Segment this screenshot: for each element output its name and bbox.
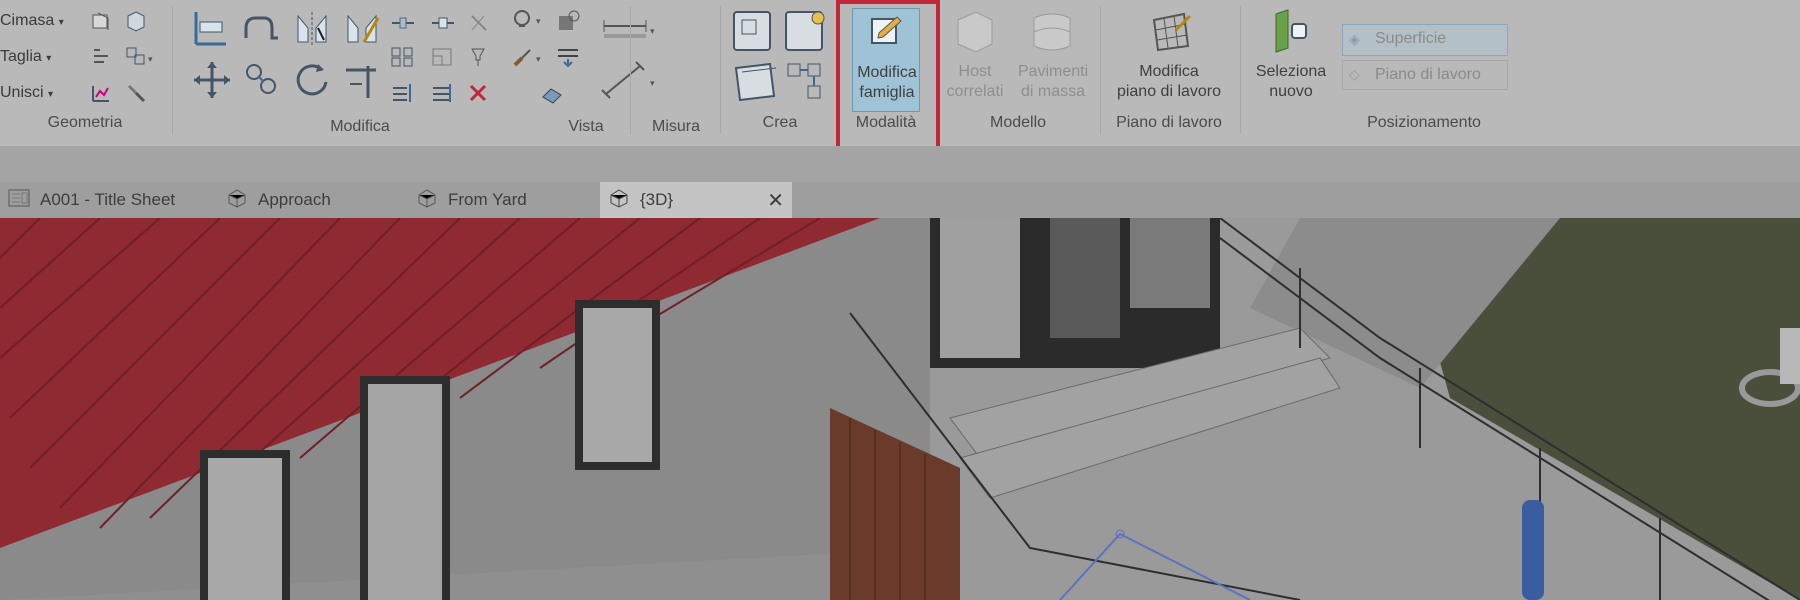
- seleziona-nuovo-button[interactable]: Seleziona nuovo: [1244, 62, 1338, 102]
- pick-new-host-icon: [1268, 8, 1314, 54]
- divider: [1100, 6, 1101, 134]
- split-gap-icon[interactable]: [430, 12, 456, 34]
- divider: [1240, 6, 1241, 134]
- scale-icon[interactable]: [430, 46, 456, 68]
- panel-geometria: Cimasa ▾ Taglia ▾ Unisci ▾ ▾ Geometria: [0, 0, 170, 140]
- tab-approach[interactable]: Approach: [226, 182, 396, 218]
- close-icon[interactable]: ✕: [767, 188, 792, 213]
- create-assembly-icon[interactable]: [786, 60, 826, 104]
- mirror-pick-axis-icon[interactable]: [292, 8, 332, 48]
- cimasa-button[interactable]: Cimasa ▾: [0, 12, 64, 30]
- view-3d-icon: [608, 188, 630, 213]
- building-model: [0, 217, 1800, 600]
- panel-modello: Host correlati Pavimenti di massa Modello: [944, 0, 1092, 140]
- highlight-frame: [836, 0, 940, 150]
- ribbon: Cimasa ▾ Taglia ▾ Unisci ▾ ▾ Geometria ▾…: [0, 0, 1800, 150]
- taglia-button[interactable]: Taglia ▾: [0, 48, 51, 66]
- selected-element: [1522, 500, 1544, 600]
- paintbrush-icon[interactable]: ▾: [512, 46, 552, 68]
- wall-join-icon[interactable]: [125, 10, 147, 32]
- panel-label-geometria: Geometria: [47, 114, 123, 131]
- lightbulb-icon[interactable]: ▾: [512, 8, 552, 34]
- view-3d-icon: [226, 188, 248, 213]
- paint-icon[interactable]: [90, 10, 112, 32]
- create-group-icon[interactable]: [730, 8, 774, 54]
- host-correlati-button[interactable]: Host correlati: [944, 62, 1006, 102]
- view-cube: [1780, 328, 1800, 384]
- move-icon[interactable]: [192, 60, 232, 100]
- offset-icon[interactable]: [242, 8, 282, 48]
- panel-label-modello: Modello: [989, 114, 1047, 131]
- revit-window: Cimasa ▾ Taglia ▾ Unisci ▾ ▾ Geometria ▾…: [0, 0, 1800, 600]
- line-weight-icon[interactable]: [556, 46, 582, 68]
- cut-profile-icon[interactable]: [540, 82, 566, 104]
- split-element-icon[interactable]: [390, 12, 416, 34]
- trim-multiple-icon[interactable]: [430, 82, 456, 104]
- mirror-draw-axis-icon[interactable]: [342, 8, 382, 48]
- delete-icon[interactable]: [466, 82, 492, 104]
- join-geometry-icon[interactable]: ▾: [125, 46, 155, 68]
- panel-label-vista: Vista: [568, 118, 604, 135]
- superficie-toggle[interactable]: ◈ Superficie: [1342, 24, 1508, 56]
- superficie-label: Superficie: [1375, 30, 1447, 47]
- create-similar-icon[interactable]: [782, 8, 830, 54]
- view-3d-icon: [416, 188, 438, 213]
- 3d-viewport[interactable]: [0, 217, 1800, 600]
- panel-posizionamento: ◈ Superficie ◇ Piano di lavoro Posiziona…: [1338, 0, 1510, 140]
- host-icon: [952, 8, 998, 54]
- panel-label-posizionamento: Posizionamento: [1367, 114, 1481, 131]
- wall-profile-icon[interactable]: [90, 82, 112, 104]
- tab-label: From Yard: [448, 190, 527, 209]
- trim-extend-icon[interactable]: [342, 60, 382, 100]
- panel-label-piano: Piano di lavoro: [1116, 114, 1222, 131]
- svg-text:▾: ▾: [536, 16, 541, 26]
- override-graphics-icon[interactable]: [556, 8, 582, 34]
- divider: [172, 6, 173, 134]
- hammer-icon[interactable]: [125, 82, 147, 104]
- mass-floors-icon: [1028, 8, 1074, 54]
- ribbon-bottom-strip: [0, 146, 1800, 182]
- svg-text:▾: ▾: [650, 26, 655, 36]
- divider: [630, 6, 631, 134]
- piano-lavoro-label: Piano di lavoro: [1375, 66, 1481, 83]
- tab-label: {3D}: [640, 190, 674, 209]
- rotate-icon[interactable]: [292, 60, 332, 100]
- tab-3d[interactable]: {3D} ✕: [600, 182, 792, 218]
- panel-label-modifica: Modifica: [330, 118, 390, 135]
- panel-piano-di-lavoro: Modifica piano di lavoro Piano di lavoro: [1104, 0, 1234, 140]
- panel-label-crea: Crea: [762, 114, 798, 131]
- unisci-button[interactable]: Unisci ▾: [0, 84, 53, 102]
- plane-icon: ◇: [1349, 66, 1360, 82]
- work-plane-icon: [1148, 10, 1194, 54]
- divider: [720, 6, 721, 134]
- svg-text:▾: ▾: [148, 54, 153, 64]
- panel-crea: Crea: [724, 0, 836, 140]
- svg-text:▾: ▾: [536, 54, 541, 64]
- view-tabs: A001 - Title Sheet Approach From Yard {3…: [0, 182, 1800, 218]
- split-face-icon[interactable]: [90, 46, 112, 68]
- tab-from-yard[interactable]: From Yard: [416, 182, 586, 218]
- modifica-piano-button[interactable]: Modifica piano di lavoro: [1104, 62, 1234, 102]
- sheet-icon: [8, 189, 30, 212]
- align-end-icon[interactable]: [390, 82, 416, 104]
- create-parts-icon[interactable]: [730, 60, 780, 104]
- tab-label: A001 - Title Sheet: [40, 190, 176, 209]
- tab-a001-title-sheet[interactable]: A001 - Title Sheet: [8, 182, 208, 218]
- copy-icon[interactable]: [242, 60, 282, 100]
- svg-text:▾: ▾: [650, 78, 655, 88]
- panel-label-misura: Misura: [651, 118, 700, 135]
- pin-icon[interactable]: [466, 46, 492, 68]
- array-icon[interactable]: [390, 46, 416, 68]
- pavimenti-massa-button[interactable]: Pavimenti di massa: [1012, 62, 1094, 102]
- piano-lavoro-toggle[interactable]: ◇ Piano di lavoro: [1342, 60, 1508, 90]
- panel-seleziona: Seleziona nuovo: [1244, 0, 1338, 140]
- face-icon: ◈: [1349, 31, 1360, 47]
- tab-label: Approach: [258, 190, 331, 209]
- unpin-icon[interactable]: [466, 12, 492, 34]
- align-icon[interactable]: [190, 8, 230, 48]
